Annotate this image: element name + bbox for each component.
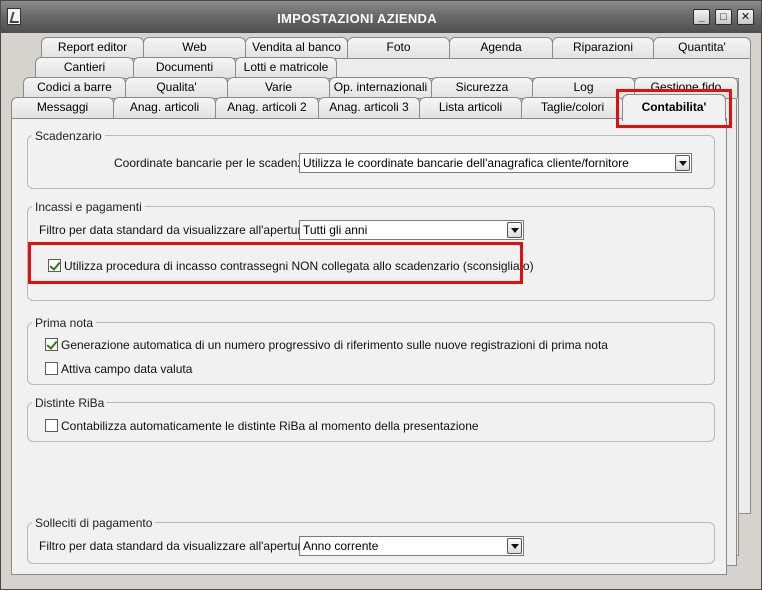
tab-taglie-colori[interactable]: Taglie/colori	[521, 97, 624, 118]
incassi-title: Incassi e pagamenti	[32, 200, 145, 214]
title-bar: IMPOSTAZIONI AZIENDA _ □ ✕	[1, 1, 761, 33]
solleciti-filtro-label: Filtro per data standard da visualizzare…	[39, 539, 315, 553]
tab-sicurezza[interactable]: Sicurezza	[431, 77, 533, 98]
settings-window: IMPOSTAZIONI AZIENDA _ □ ✕ Report editor…	[0, 0, 762, 590]
riba-title: Distinte RiBa	[32, 396, 108, 410]
scadenzario-title: Scadenzario	[32, 129, 105, 143]
riba-label: Contabilizza automaticamente le distinte…	[61, 419, 479, 433]
tab-anag-articoli-2[interactable]: Anag. articoli 2	[215, 97, 319, 118]
incassi-filtro-value: Tutti gli anni	[303, 223, 368, 237]
tab-anag-articoli[interactable]: Anag. articoli	[113, 97, 216, 118]
coord-bancarie-label: Coordinate bancarie per le scadenze :	[114, 156, 317, 170]
contrassegni-checkbox[interactable]	[48, 259, 61, 272]
solleciti-filtro-value: Anno corrente	[303, 539, 379, 553]
solleciti-title: Solleciti di pagamento	[32, 516, 156, 530]
tab-foto[interactable]: Foto	[347, 37, 450, 58]
tab-codici-a-barre[interactable]: Codici a barre	[23, 77, 126, 98]
contrassegni-label: Utilizza procedura di incasso contrasseg…	[64, 259, 534, 273]
tab-web[interactable]: Web	[143, 37, 246, 58]
tab-log[interactable]: Log	[532, 77, 635, 98]
tab-documenti[interactable]: Documenti	[133, 57, 236, 78]
tab-varie[interactable]: Varie	[227, 77, 330, 98]
maximize-button[interactable]: □	[715, 9, 732, 25]
tab-quantita[interactable]: Quantita'	[653, 37, 751, 58]
window-title: IMPOSTAZIONI AZIENDA	[277, 11, 437, 26]
tab-report-editor[interactable]: Report editor	[41, 37, 144, 58]
minimize-button[interactable]: _	[693, 9, 710, 25]
coord-bancarie-value: Utilizza le coordinate bancarie dell'ana…	[303, 156, 629, 170]
close-button[interactable]: ✕	[737, 9, 754, 25]
tab-riparazioni[interactable]: Riparazioni	[552, 37, 654, 58]
tab-contabilita[interactable]: Contabilita'	[622, 94, 726, 121]
tab-cantieri[interactable]: Cantieri	[35, 57, 134, 78]
solleciti-filtro-select[interactable]: Anno corrente	[299, 536, 524, 556]
chevron-down-icon[interactable]	[675, 155, 690, 171]
incassi-filtro-label: Filtro per data standard da visualizzare…	[39, 223, 315, 237]
tab-qualita[interactable]: Qualita'	[125, 77, 228, 98]
generazione-checkbox[interactable]	[45, 338, 58, 351]
chevron-down-icon[interactable]	[507, 222, 522, 238]
prima-nota-title: Prima nota	[32, 316, 97, 330]
chevron-down-icon[interactable]	[507, 538, 522, 554]
data-valuta-checkbox[interactable]	[45, 362, 58, 375]
coord-bancarie-select[interactable]: Utilizza le coordinate bancarie dell'ana…	[299, 153, 692, 173]
tab-vendita-al-banco[interactable]: Vendita al banco	[245, 37, 348, 58]
tab-op-internazionali[interactable]: Op. internazionali	[329, 77, 432, 98]
incassi-filtro-select[interactable]: Tutti gli anni	[299, 220, 524, 240]
data-valuta-label: Attiva campo data valuta	[61, 362, 193, 376]
tab-lotti-e-matricole[interactable]: Lotti e matricole	[235, 57, 337, 78]
tab-messaggi[interactable]: Messaggi	[11, 97, 114, 118]
tab-lista-articoli[interactable]: Lista articoli	[419, 97, 522, 118]
generazione-label: Generazione automatica di un numero prog…	[61, 338, 608, 352]
riba-checkbox[interactable]	[45, 419, 58, 432]
tab-anag-articoli-3[interactable]: Anag. articoli 3	[318, 97, 420, 118]
tab-agenda[interactable]: Agenda	[449, 37, 553, 58]
